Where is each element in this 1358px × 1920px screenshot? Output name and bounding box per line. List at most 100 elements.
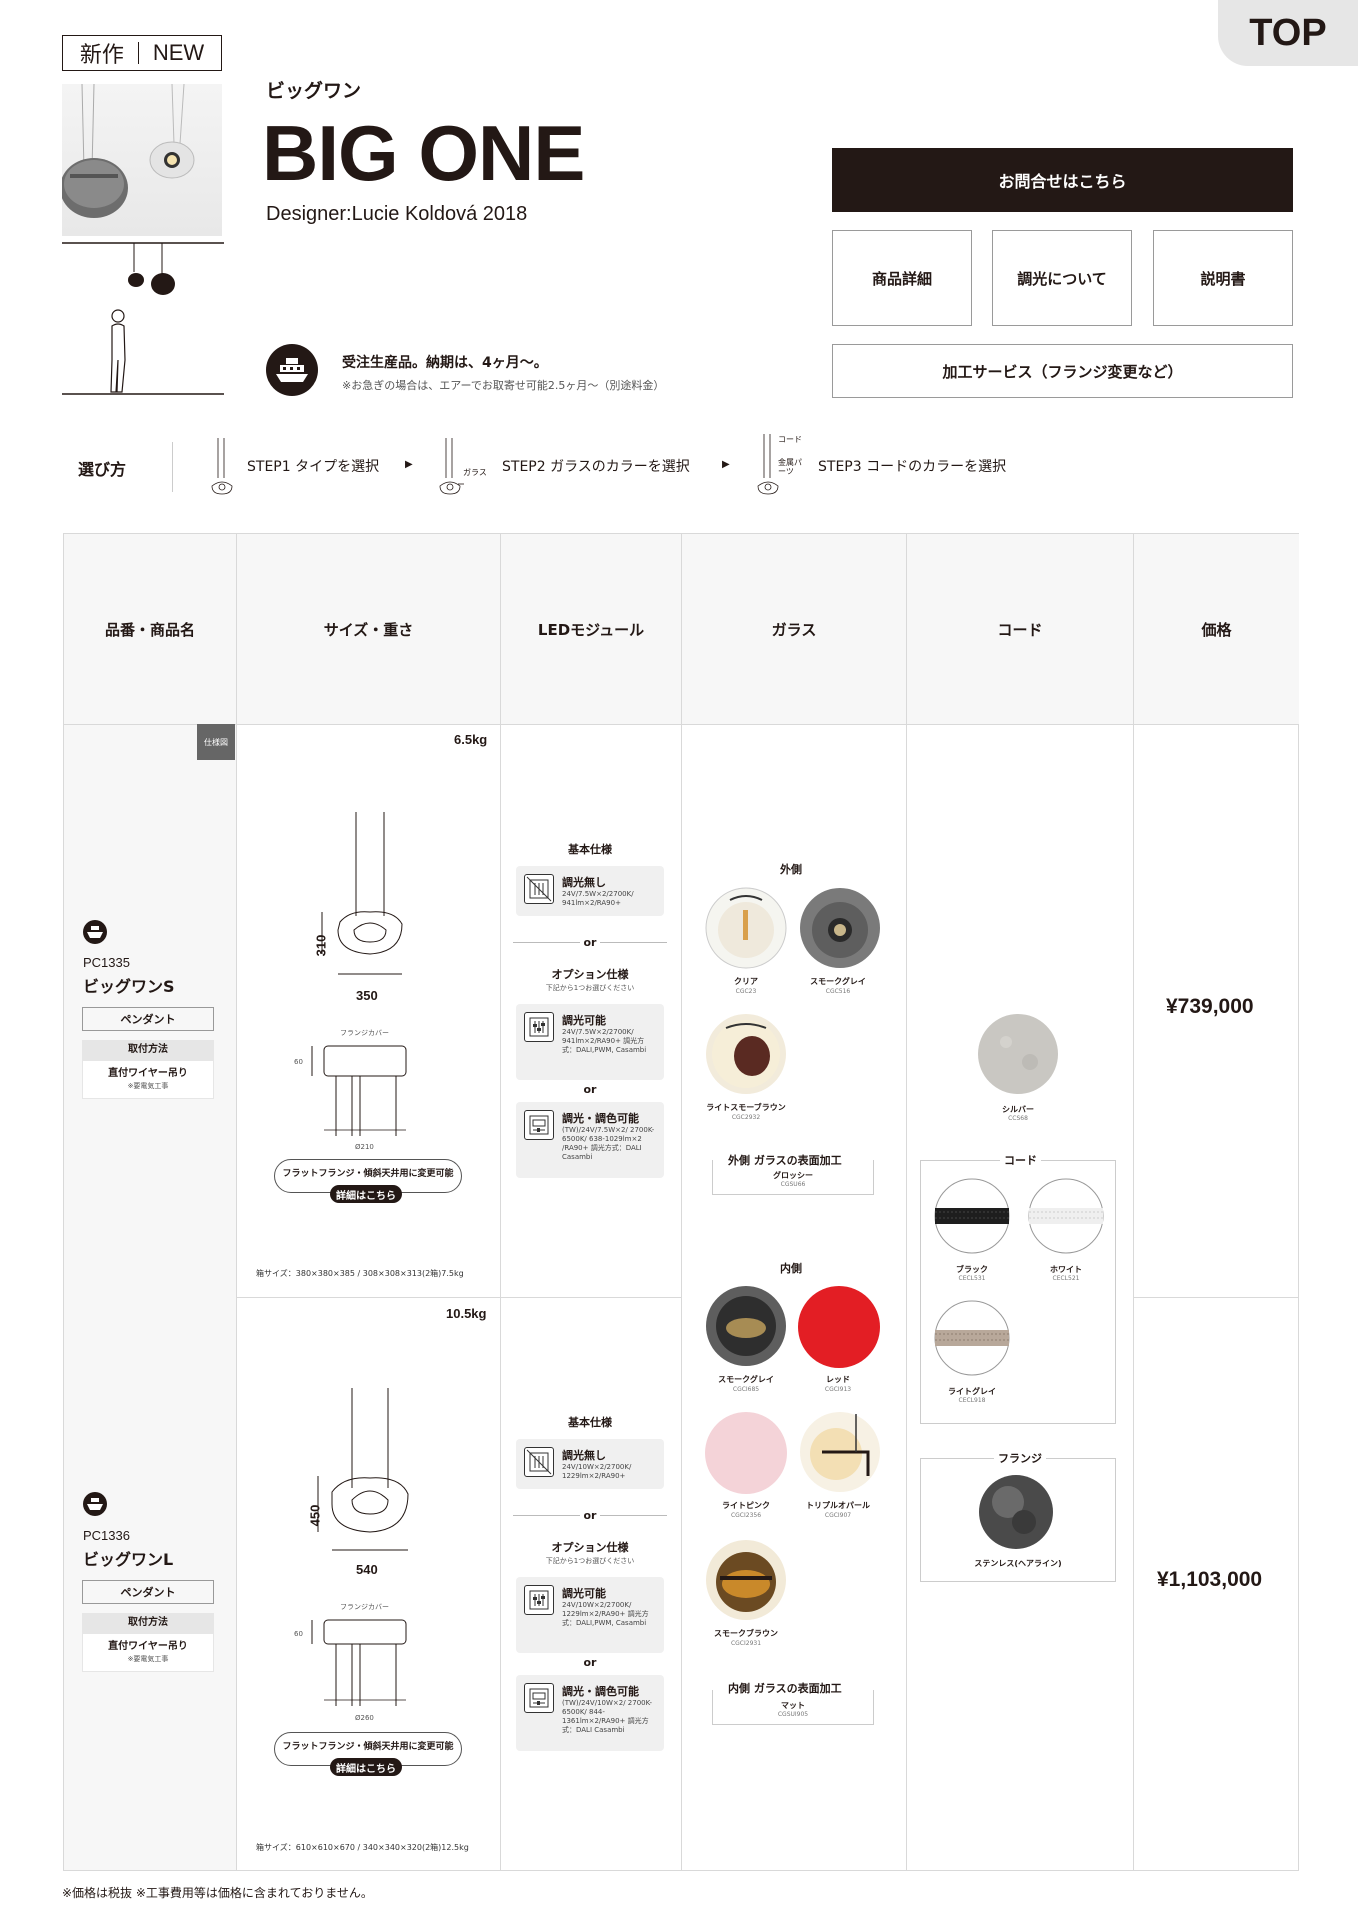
led-option-sub: 下記から1つお選びください <box>545 984 635 992</box>
glass-inner-name: レッド <box>826 1375 850 1384</box>
glass-inner-lightpink-swatch[interactable] <box>705 1412 787 1494</box>
led-option-sub: 下記から1つお選びください <box>545 1557 635 1565</box>
product-photo <box>62 84 222 236</box>
box-size: 箱サイズ：380×380×385 / 308×308×313(2箱)7.5kg <box>256 1269 464 1278</box>
cord-name: ブラック <box>956 1265 988 1274</box>
lamp-elevation-drawing <box>317 1388 409 1551</box>
led-tunable-option: 調光・調色可能 (TW)/24V/10W×2/ 2700K-6500K/ 844-… <box>516 1675 664 1751</box>
outer-finish-title: 外側 ガラスの表面加工 <box>722 1152 848 1168</box>
ship-icon <box>83 1492 107 1516</box>
step-arrow-2: ▶ <box>722 459 730 470</box>
flange-name: ステンレス(ヘアライン) <box>974 1559 1062 1568</box>
height-dimension: 450 <box>307 1504 323 1527</box>
cord-lightgray-swatch[interactable] <box>934 1300 1010 1376</box>
glass-lightsmokebrown-swatch[interactable] <box>704 1012 788 1096</box>
glass-inner-code: CGCI907 <box>824 1512 852 1519</box>
glass-outer-name: スモークグレイ <box>810 977 866 986</box>
glass-outer-name: ライトスモーブラウン <box>706 1103 786 1112</box>
glass-outer-name: クリア <box>734 977 758 986</box>
glass-inner-name: スモークブラウン <box>714 1629 778 1638</box>
led-opt2-desc: (TW)/24V/10W×2/ 2700K-6500K/ 844-1361lm×… <box>562 1699 652 1734</box>
ship-icon <box>266 344 318 396</box>
flange-stainless-swatch[interactable] <box>978 1474 1054 1550</box>
glass-inner-tripleopal-swatch[interactable] <box>798 1410 882 1494</box>
led-opt2-name: 調光・調色可能 <box>562 1685 639 1698</box>
or-label: or <box>583 1083 597 1096</box>
flange-height: 60 <box>294 1630 303 1638</box>
header-cord: コード <box>907 534 1133 724</box>
glass-inner-smokebrown-swatch[interactable] <box>704 1538 788 1622</box>
or-label: or <box>579 1509 601 1522</box>
col-divider <box>681 534 682 1870</box>
header-product: 品番・商品名 <box>64 534 236 724</box>
cord-black-swatch[interactable] <box>934 1178 1010 1254</box>
step2-label: STEP2 ガラスのカラーを選択 <box>502 459 690 475</box>
flange-detail-link[interactable]: 詳細はこちら <box>330 1758 402 1776</box>
inner-finish-title: 内側 ガラスの表面加工 <box>722 1680 848 1696</box>
product-code: PC1336 <box>83 1528 130 1543</box>
steps-divider <box>172 442 173 492</box>
metal-silver-swatch[interactable] <box>976 1012 1060 1096</box>
glass-inner-smokegray-swatch[interactable] <box>704 1284 788 1368</box>
box-size: 箱サイズ：610×610×670 / 340×340×320(2箱)12.5kg <box>256 1843 469 1852</box>
flange-diameter: Ø260 <box>355 1714 374 1722</box>
header-size: サイズ・重さ <box>237 534 500 724</box>
step3-tag-metal: 金属パーツ <box>778 458 802 476</box>
header-led: LEDモジュール <box>501 534 681 724</box>
glass-outer-title: 外側 <box>780 863 802 876</box>
mount-note: ※要電気工事 <box>127 1082 169 1090</box>
product-name: ビッグワンS <box>83 977 175 996</box>
color-tuning-icon <box>524 1683 554 1713</box>
glass-clear-swatch[interactable] <box>704 886 788 970</box>
color-tuning-icon <box>524 1110 554 1140</box>
height-dimension: 310 <box>313 934 329 957</box>
row-divider <box>64 724 1298 725</box>
price: ¥739,000 <box>1166 995 1254 1018</box>
glass-inner-red-swatch[interactable] <box>798 1286 880 1368</box>
scale-diagram <box>62 242 224 396</box>
led-basic-name: 調光無し <box>562 876 606 889</box>
led-tunable-option: 調光・調色可能 (TW)/24V/7.5W×2/ 2700K-6500K/ 638… <box>516 1102 664 1178</box>
led-dimmable-option: 調光可能 24V/10W×2/2700K/ 1229lm×2/RA90+ 調光方式… <box>516 1577 664 1653</box>
cord-white-swatch[interactable] <box>1028 1178 1104 1254</box>
cord-code: CECL521 <box>1052 1275 1080 1282</box>
outer-finish: グロッシー <box>773 1171 813 1180</box>
mount-title: 取付方法 <box>82 1613 214 1633</box>
new-badge-en: NEW <box>152 40 205 65</box>
header-glass: ガラス <box>682 534 906 724</box>
glass-outer-code: CGC2932 <box>731 1114 761 1121</box>
width-dimension: 350 <box>356 988 378 1003</box>
product-detail-button[interactable]: 商品詳細 <box>832 230 972 326</box>
contact-button[interactable]: お問合せはこちら <box>832 148 1293 212</box>
glass-outer-code: CGC23 <box>735 988 757 995</box>
mount-note: ※要電気工事 <box>127 1655 169 1663</box>
spec-drawing-tag[interactable]: 仕様図 <box>197 724 235 760</box>
cord-code: CECL918 <box>958 1397 986 1404</box>
flange-cover-label: フランジカバー <box>340 1603 389 1611</box>
product-col-bg <box>64 725 236 1870</box>
inner-finish-code: CGSUI905 <box>777 1711 809 1718</box>
mount-method: 取付方法 直付ワイヤー吊り ※要電気工事 <box>82 1613 214 1672</box>
dimming-info-button[interactable]: 調光について <box>992 230 1132 326</box>
mount-value: 直付ワイヤー吊り <box>108 1068 188 1079</box>
processing-service-button[interactable]: 加工サービス（フランジ変更など） <box>832 344 1293 398</box>
glass-outer-code: CGC516 <box>825 988 851 995</box>
glass-inner-title: 内側 <box>780 1262 802 1275</box>
top-link[interactable]: TOP <box>1218 0 1358 66</box>
outer-finish-code: CGSU66 <box>780 1181 806 1188</box>
flange-detail-link[interactable]: 詳細はこちら <box>330 1185 402 1203</box>
flange-height: 60 <box>294 1058 303 1066</box>
steps-title: 選び方 <box>78 460 127 479</box>
ship-icon <box>83 920 107 944</box>
col-divider <box>236 534 237 1870</box>
type-pendant: ペンダント <box>82 1580 214 1604</box>
manual-button[interactable]: 説明書 <box>1153 230 1293 326</box>
led-basic-title: 基本仕様 <box>568 843 612 856</box>
step3-tag-cord: コード <box>778 435 802 444</box>
step2-lamp-icon <box>439 438 464 495</box>
cord-code: CECL531 <box>958 1275 986 1282</box>
type-pendant: ペンダント <box>82 1007 214 1031</box>
glass-smokegray-swatch[interactable] <box>798 886 882 970</box>
weight: 10.5kg <box>446 1306 487 1321</box>
inner-finish: マット <box>781 1701 805 1710</box>
